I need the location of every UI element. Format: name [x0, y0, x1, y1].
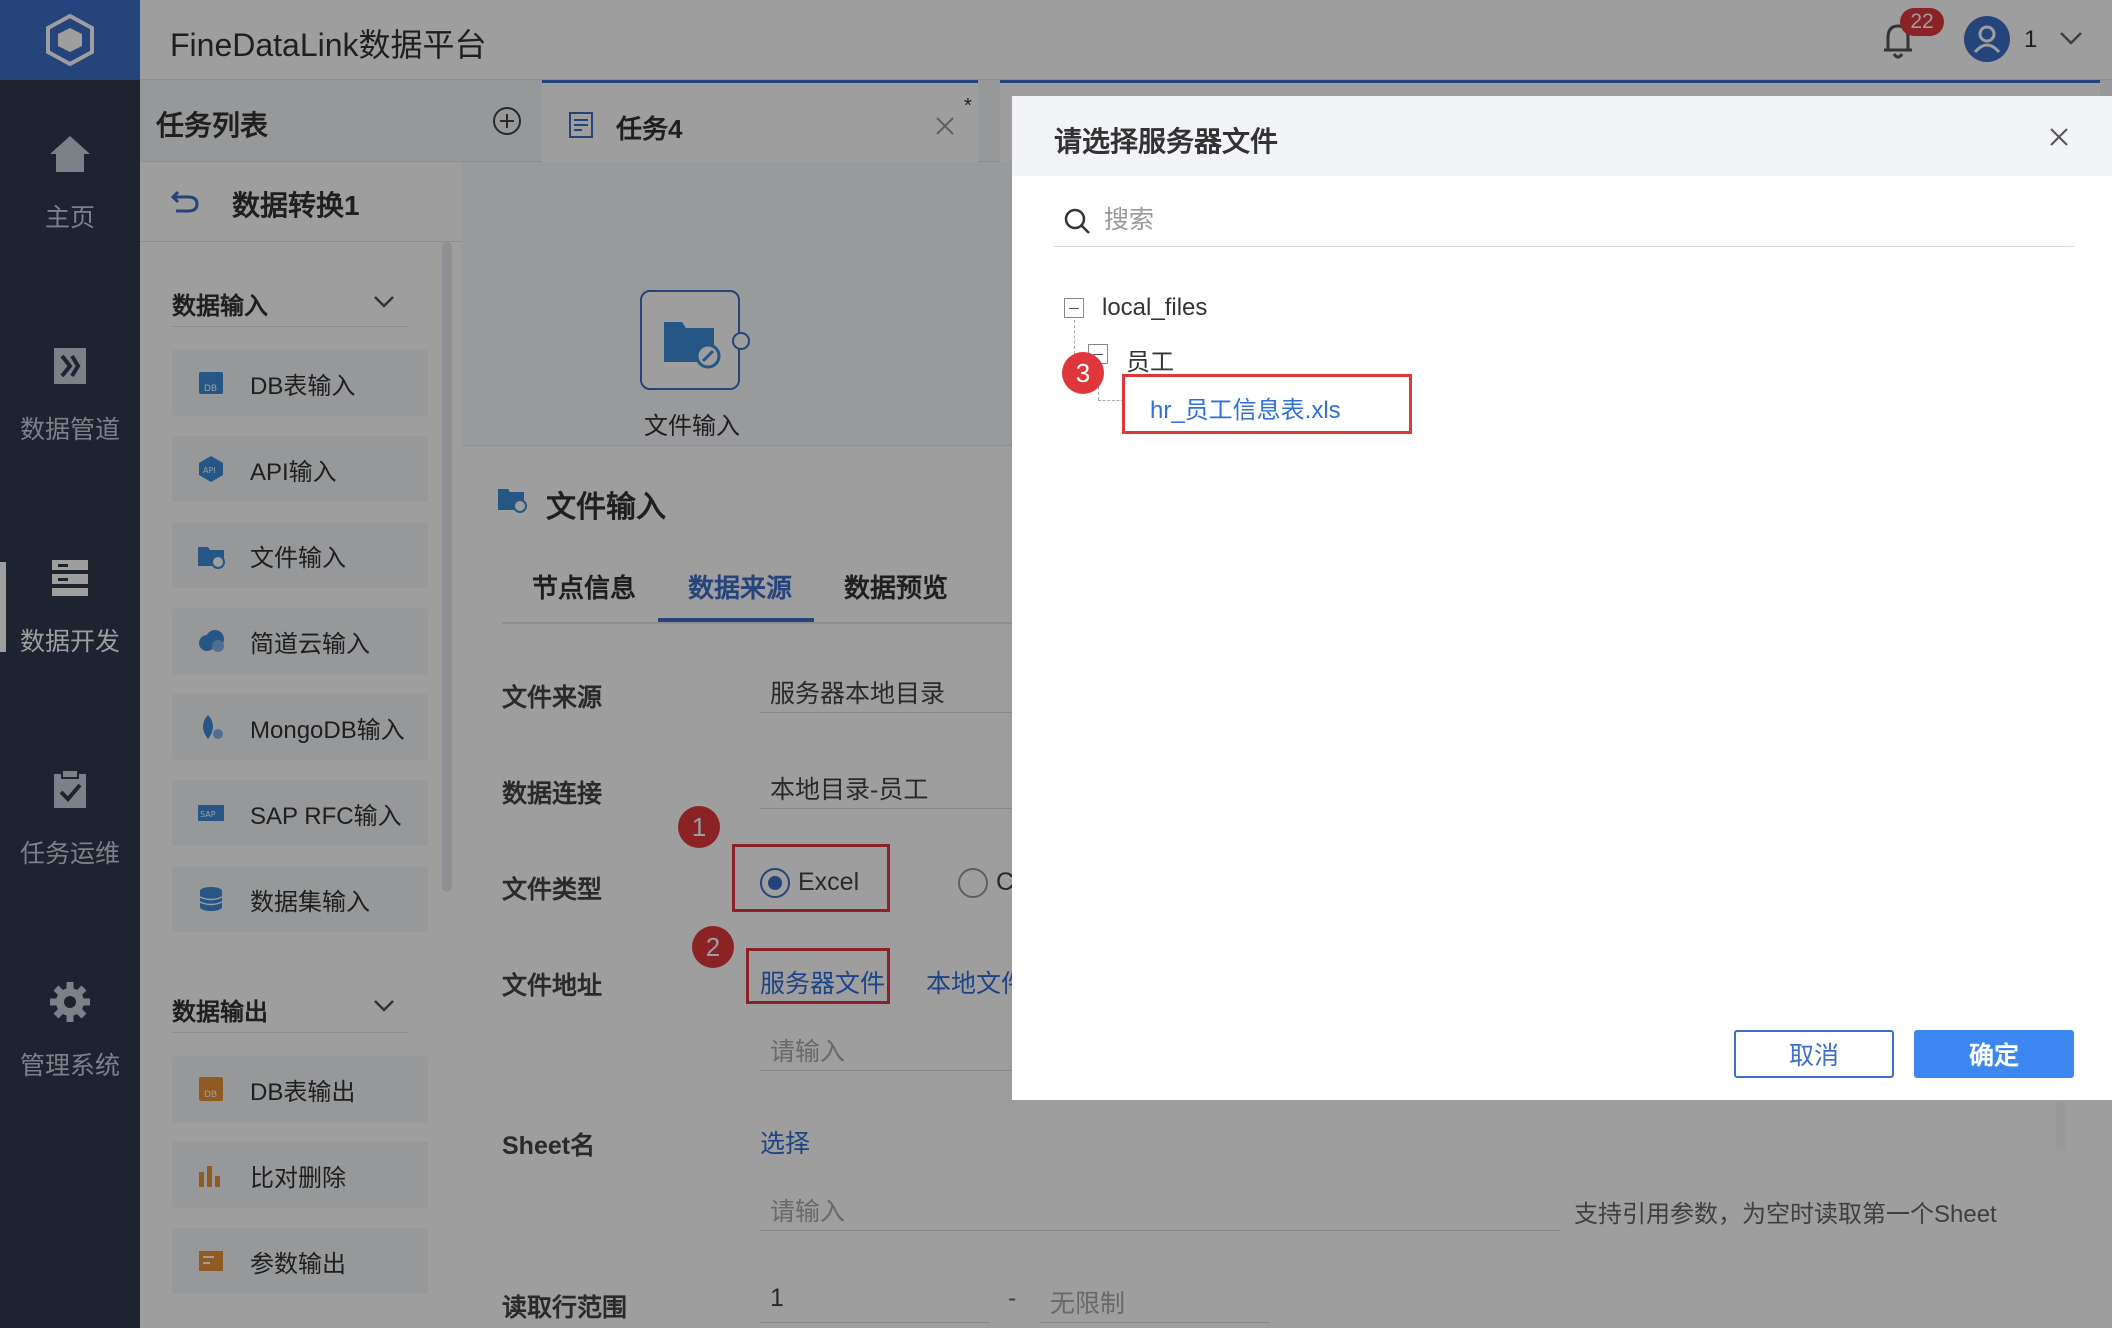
search-input[interactable]: [1104, 202, 1504, 238]
tree-collapse-toggle[interactable]: [1064, 298, 1084, 318]
tree-node-folder[interactable]: 员工: [1126, 342, 1174, 377]
tree-node-root[interactable]: local_files: [1102, 294, 1207, 322]
server-file-dialog: 请选择服务器文件 local_files 员工 hr_员工信息表.xls 3 取…: [1012, 96, 2112, 1100]
search-icon: [1064, 208, 1090, 234]
tree-connector: [1098, 400, 1124, 401]
scrollbar[interactable]: [2056, 1102, 2066, 1152]
confirm-button[interactable]: 确定: [1914, 1030, 2074, 1078]
step-marker-3: 3: [1062, 352, 1104, 394]
cancel-button[interactable]: 取消: [1734, 1030, 1894, 1078]
search-underline: [1054, 246, 2074, 247]
close-icon[interactable]: [2048, 126, 2070, 148]
dialog-header: 请选择服务器文件: [1012, 96, 2112, 176]
dialog-title: 请选择服务器文件: [1054, 126, 1279, 157]
tree-connector: [1074, 320, 1075, 354]
highlight-file: [1122, 374, 1412, 434]
